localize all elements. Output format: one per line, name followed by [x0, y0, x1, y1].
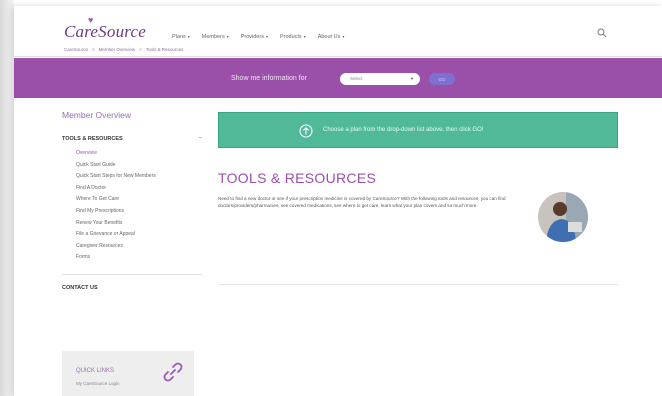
plan-selector-label: Show me information for — [231, 75, 307, 82]
sidebar-section-tools[interactable]: TOOLS & RESOURCES – — [62, 135, 202, 142]
chevron-down-icon: ▼ — [410, 76, 414, 81]
quick-link-login[interactable]: My CareSource Login — [76, 381, 120, 386]
breadcrumb-current: Tools & Resources — [145, 47, 184, 52]
chevron-down-icon: ▾ — [265, 34, 268, 39]
choose-plan-banner: Choose a plan from the drop-down list ab… — [218, 112, 618, 148]
plan-select-value: Select — [350, 76, 363, 81]
page-title: TOOLS & RESOURCES — [218, 170, 377, 186]
breadcrumb-separator: > — [139, 47, 142, 52]
sidebar-item-find-a-doctor[interactable]: Find A Doctor — [62, 185, 202, 197]
logo-heart-icon: ♥ — [88, 15, 94, 25]
sidebar: Member Overview TOOLS & RESOURCES – Over… — [62, 110, 202, 291]
chevron-down-icon: ▾ — [226, 34, 229, 39]
sidebar-divider — [62, 273, 202, 275]
collapse-icon[interactable]: – — [199, 135, 202, 141]
sidebar-item-where-to-get-care[interactable]: Where To Get Care — [62, 196, 202, 208]
chevron-down-icon: ▾ — [303, 34, 306, 39]
sidebar-item-grievance-appeal[interactable]: File a Grievance or Appeal — [62, 231, 202, 243]
intro-text: Need to find a new doctor or see if your… — [218, 196, 506, 208]
chevron-down-icon: ▾ — [342, 34, 345, 39]
nav-providers[interactable]: Providers ▾ — [241, 34, 268, 40]
quick-links-box: QUICK LINKS My CareSource Login — [62, 351, 194, 396]
header-divider — [14, 56, 662, 57]
sidebar-item-renew-benefits[interactable]: Renew Your Benefits — [62, 220, 202, 232]
sidebar-contact-us[interactable]: CONTACT US — [62, 285, 202, 291]
search-icon[interactable] — [597, 28, 607, 38]
sidebar-item-forms[interactable]: Forms — [62, 254, 202, 266]
breadcrumb: CareSource > Member Overview > Tools & R… — [64, 47, 183, 52]
quick-links-title: QUICK LINKS — [76, 368, 115, 374]
caresource-logo[interactable]: CareSource — [64, 22, 146, 42]
link-icon — [163, 362, 183, 382]
plan-selector-bar: Show me information for Select ▼ GO — [14, 58, 662, 98]
main-nav: Plans ▾ Members ▾ Providers ▾ Products ▾ Abo… — [172, 34, 344, 40]
sidebar-item-find-prescriptions[interactable]: Find My Prescriptions — [62, 208, 202, 220]
breadcrumb-member-overview[interactable]: Member Overview — [99, 47, 136, 52]
nav-products[interactable]: Products ▾ — [280, 34, 306, 40]
sidebar-item-quick-start-guide[interactable]: Quick Start Guide — [62, 162, 202, 174]
sidebar-section-label: TOOLS & RESOURCES — [62, 136, 123, 142]
sidebar-title[interactable]: Member Overview — [62, 110, 202, 120]
page: CareSource ♥ Plans ▾ Members ▾ Providers ▾ … — [14, 6, 662, 396]
breadcrumb-separator: > — [92, 47, 95, 52]
content-divider — [218, 284, 618, 285]
plan-select[interactable]: Select ▼ — [340, 73, 420, 85]
go-button[interactable]: GO — [429, 73, 455, 85]
arrow-up-circle-icon — [299, 124, 313, 138]
nav-about-us[interactable]: About Us ▾ — [318, 34, 345, 40]
nav-members[interactable]: Members ▾ — [202, 34, 229, 40]
site-header: CareSource ♥ Plans ▾ Members ▾ Providers ▾ … — [14, 6, 662, 44]
breadcrumb-home[interactable]: CareSource — [64, 47, 88, 52]
sidebar-item-caregiver-resources[interactable]: Caregiver Resources — [62, 243, 202, 255]
page-shadow — [0, 0, 14, 396]
member-photo — [538, 192, 588, 242]
sidebar-item-overview[interactable]: Overview — [62, 150, 202, 162]
sidebar-item-quick-start-steps[interactable]: Quick Start Steps for New Members — [62, 173, 202, 185]
banner-text: Choose a plan from the drop-down list ab… — [323, 127, 484, 133]
nav-plans[interactable]: Plans ▾ — [172, 34, 190, 40]
chevron-down-icon: ▾ — [187, 34, 190, 39]
